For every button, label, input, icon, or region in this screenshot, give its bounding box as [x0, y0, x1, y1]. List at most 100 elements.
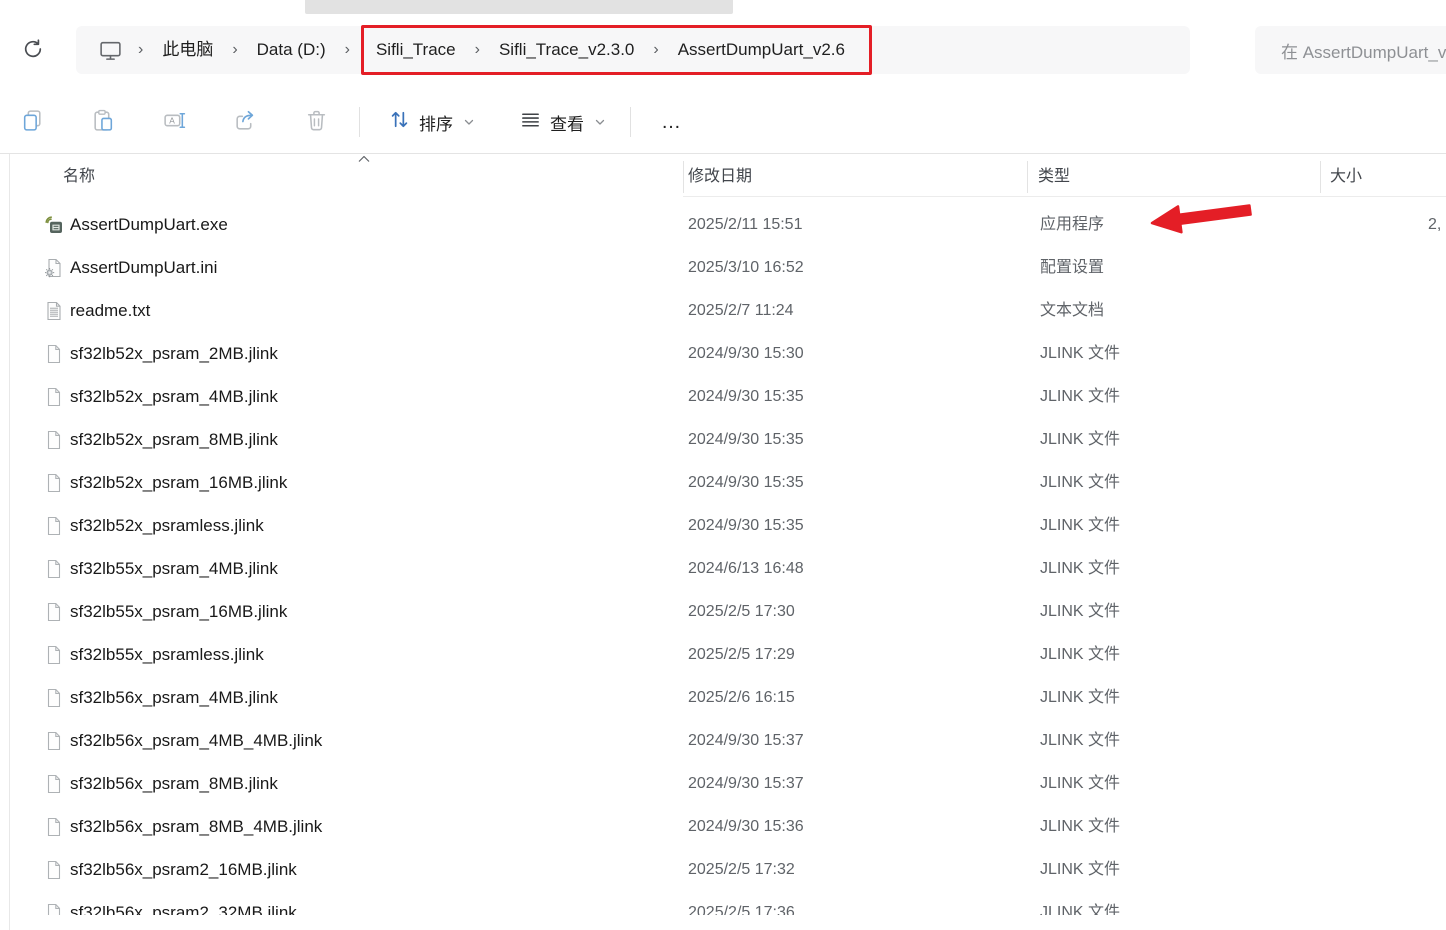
chevron-down-icon [594, 116, 606, 128]
generic-file-icon [44, 559, 64, 579]
column-separator[interactable] [1320, 161, 1321, 193]
file-type: JLINK 文件 [1040, 418, 1120, 461]
file-row[interactable]: sf32lb52x_psram_8MB.jlink 2024/9/30 15:3… [10, 418, 1446, 461]
file-date-modified: 2025/2/7 11:24 [688, 289, 794, 332]
header-underline [683, 196, 1446, 197]
delete-button[interactable] [294, 102, 338, 142]
file-date-modified: 2024/9/30 15:35 [688, 418, 804, 461]
file-row[interactable]: sf32lb55x_psram_16MB.jlink 2025/2/5 17:3… [10, 590, 1446, 633]
file-row[interactable]: sf32lb52x_psramless.jlink 2024/9/30 15:3… [10, 504, 1446, 547]
file-name: sf32lb56x_psram_8MB_4MB.jlink [70, 805, 322, 848]
file-row[interactable]: sf32lb52x_psram_4MB.jlink 2024/9/30 15:3… [10, 375, 1446, 418]
column-separator[interactable] [683, 161, 684, 193]
file-type: JLINK 文件 [1040, 762, 1120, 805]
generic-file-icon [44, 817, 64, 837]
paste-button[interactable] [81, 102, 125, 142]
delete-icon [304, 108, 329, 136]
file-name: sf32lb55x_psram_4MB.jlink [70, 547, 278, 590]
copy-button[interactable] [10, 102, 54, 142]
file-date-modified: 2024/9/30 15:35 [688, 461, 804, 504]
refresh-icon [21, 37, 45, 64]
column-header-size[interactable]: 大小 [1330, 157, 1362, 197]
rename-button[interactable]: A [152, 102, 196, 142]
file-row[interactable]: AssertDumpUart.ini 2025/3/10 16:52 配置设置 [10, 246, 1446, 289]
column-separator[interactable] [1027, 161, 1028, 193]
generic-file-icon [44, 860, 64, 880]
file-type: JLINK 文件 [1040, 590, 1120, 633]
breadcrumb-item-drive-d[interactable]: Data (D:) [245, 28, 338, 72]
file-name: sf32lb56x_psram_8MB.jlink [70, 762, 278, 805]
file-row[interactable]: sf32lb56x_psram_4MB_4MB.jlink 2024/9/30 … [10, 719, 1446, 762]
file-row[interactable]: sf32lb52x_psram_16MB.jlink 2024/9/30 15:… [10, 461, 1446, 504]
file-row[interactable]: sf32lb55x_psram_4MB.jlink 2024/6/13 16:4… [10, 547, 1446, 590]
refresh-button[interactable] [18, 35, 48, 65]
chevron-right-icon: › [232, 26, 237, 74]
file-name: sf32lb52x_psramless.jlink [70, 504, 264, 547]
annotation-highlight-box: Sifli_Trace › Sifli_Trace_v2.3.0 › Asser… [361, 25, 872, 75]
file-name: sf32lb56x_psram2_32MB.jlink [70, 891, 297, 915]
file-type: 文本文档 [1040, 289, 1104, 332]
file-name: AssertDumpUart.exe [70, 203, 228, 246]
uart-app-icon [44, 215, 64, 235]
share-button[interactable] [223, 102, 267, 142]
file-type: JLINK 文件 [1040, 891, 1120, 915]
generic-file-icon [44, 774, 64, 794]
generic-file-icon [44, 473, 64, 493]
file-date-modified: 2025/2/5 17:36 [688, 891, 795, 915]
chevron-right-icon: › [138, 26, 143, 74]
more-options-button[interactable]: … [645, 102, 699, 142]
computer-monitor-icon [98, 38, 123, 63]
file-name: sf32lb56x_psram_4MB.jlink [70, 676, 278, 719]
file-name: AssertDumpUart.ini [70, 246, 217, 289]
search-input[interactable]: 在 AssertDumpUart_v2.6 [1255, 26, 1446, 74]
breadcrumb-item-assertdumpuart-v26[interactable]: AssertDumpUart_v2.6 [666, 28, 857, 72]
view-button[interactable]: 查看 [505, 102, 620, 142]
text-file-icon [44, 301, 64, 321]
file-date-modified: 2024/9/30 15:35 [688, 375, 804, 418]
file-row[interactable]: sf32lb52x_psram_2MB.jlink 2024/9/30 15:3… [10, 332, 1446, 375]
file-date-modified: 2025/2/5 17:29 [688, 633, 795, 676]
file-row[interactable]: AssertDumpUart.exe 2025/2/11 15:51 应用程序 … [10, 203, 1446, 246]
file-name: sf32lb52x_psram_8MB.jlink [70, 418, 278, 461]
file-row[interactable]: sf32lb56x_psram2_16MB.jlink 2025/2/5 17:… [10, 848, 1446, 891]
generic-file-icon [44, 731, 64, 751]
chevron-down-icon [463, 116, 475, 128]
chevron-right-icon: › [653, 26, 658, 74]
breadcrumb-item-sifli-trace-v230[interactable]: Sifli_Trace_v2.3.0 [487, 28, 646, 72]
column-header-row: 名称 修改日期 类型 大小 [10, 157, 1446, 197]
file-date-modified: 2025/2/5 17:32 [688, 848, 795, 891]
file-row[interactable]: readme.txt 2025/2/7 11:24 文本文档 [10, 289, 1446, 332]
file-name: sf32lb52x_psram_16MB.jlink [70, 461, 287, 504]
file-type: JLINK 文件 [1040, 848, 1120, 891]
sort-ascending-caret-icon [356, 151, 372, 169]
column-header-date-modified[interactable]: 修改日期 [688, 157, 752, 197]
file-name: sf32lb55x_psramless.jlink [70, 633, 264, 676]
sort-icon [388, 108, 411, 136]
file-date-modified: 2024/9/30 15:36 [688, 805, 804, 848]
file-row[interactable]: sf32lb56x_psram2_32MB.jlink 2025/2/5 17:… [10, 891, 1446, 915]
file-row[interactable]: sf32lb56x_psram_4MB.jlink 2025/2/6 16:15… [10, 676, 1446, 719]
file-type: 配置设置 [1040, 246, 1104, 289]
view-button-label: 查看 [550, 110, 584, 135]
file-explorer-window: › 此电脑 › Data (D:) › Sifli_Trace › Sifli_… [0, 0, 1446, 930]
file-row[interactable]: sf32lb56x_psram_8MB_4MB.jlink 2024/9/30 … [10, 805, 1446, 848]
generic-file-icon [44, 430, 64, 450]
column-header-type[interactable]: 类型 [1038, 157, 1070, 197]
file-date-modified: 2024/9/30 15:30 [688, 332, 804, 375]
sort-button[interactable]: 排序 [374, 102, 489, 142]
breadcrumb-item-this-pc[interactable]: 此电脑 [150, 28, 225, 72]
file-name: sf32lb55x_psram_16MB.jlink [70, 590, 287, 633]
config-file-icon [44, 258, 64, 278]
file-date-modified: 2024/6/13 16:48 [688, 547, 804, 590]
breadcrumb-item-sifli-trace[interactable]: Sifli_Trace [364, 28, 468, 72]
file-row[interactable]: sf32lb55x_psramless.jlink 2025/2/5 17:29… [10, 633, 1446, 676]
column-header-name[interactable]: 名称 [63, 157, 95, 197]
file-type: 应用程序 [1040, 203, 1104, 246]
file-date-modified: 2024/9/30 15:37 [688, 762, 804, 805]
toolbar-divider [0, 153, 1446, 154]
rename-icon: A [162, 108, 187, 136]
file-row[interactable]: sf32lb56x_psram_8MB.jlink 2024/9/30 15:3… [10, 762, 1446, 805]
generic-file-icon [44, 645, 64, 665]
search-placeholder: 在 AssertDumpUart_v2.6 [1281, 38, 1446, 63]
file-date-modified: 2025/2/5 17:30 [688, 590, 795, 633]
